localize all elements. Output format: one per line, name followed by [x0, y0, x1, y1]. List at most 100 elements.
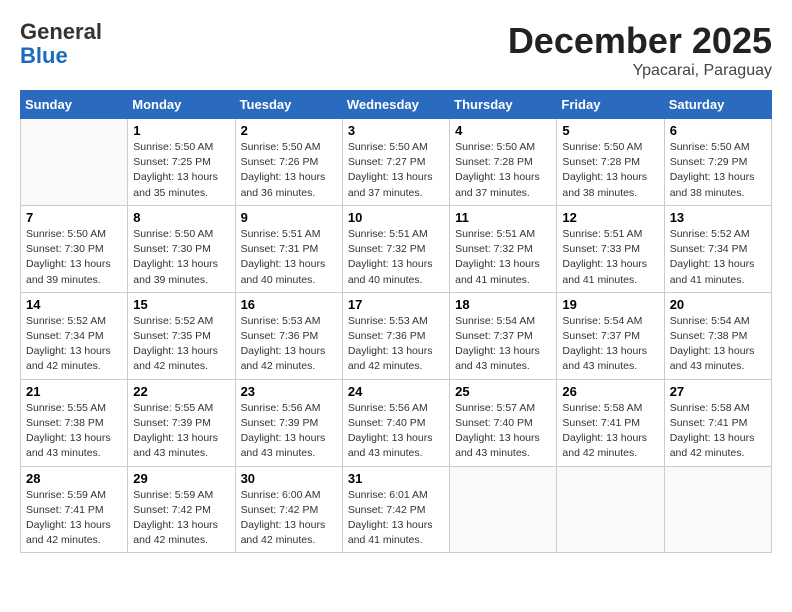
day-info: Sunrise: 5:56 AMSunset: 7:40 PMDaylight:… — [348, 401, 444, 462]
day-number: 19 — [562, 297, 658, 312]
day-info: Sunrise: 5:50 AMSunset: 7:29 PMDaylight:… — [670, 140, 766, 201]
calendar-cell: 15 Sunrise: 5:52 AMSunset: 7:35 PMDayligh… — [128, 292, 235, 379]
col-monday: Monday — [128, 91, 235, 119]
calendar-cell: 10 Sunrise: 5:51 AMSunset: 7:32 PMDayligh… — [342, 205, 449, 292]
day-info: Sunrise: 5:51 AMSunset: 7:33 PMDaylight:… — [562, 227, 658, 288]
day-number: 18 — [455, 297, 551, 312]
day-number: 15 — [133, 297, 229, 312]
day-info: Sunrise: 5:50 AMSunset: 7:27 PMDaylight:… — [348, 140, 444, 201]
month-title: December 2025 — [508, 20, 772, 62]
day-number: 25 — [455, 384, 551, 399]
day-info: Sunrise: 5:56 AMSunset: 7:39 PMDaylight:… — [241, 401, 337, 462]
day-info: Sunrise: 5:50 AMSunset: 7:25 PMDaylight:… — [133, 140, 229, 201]
calendar-cell: 19 Sunrise: 5:54 AMSunset: 7:37 PMDayligh… — [557, 292, 664, 379]
day-info: Sunrise: 5:52 AMSunset: 7:34 PMDaylight:… — [26, 314, 122, 375]
day-number: 26 — [562, 384, 658, 399]
day-info: Sunrise: 5:53 AMSunset: 7:36 PMDaylight:… — [241, 314, 337, 375]
day-info: Sunrise: 5:57 AMSunset: 7:40 PMDaylight:… — [455, 401, 551, 462]
col-sunday: Sunday — [21, 91, 128, 119]
calendar-cell: 8 Sunrise: 5:50 AMSunset: 7:30 PMDaylight… — [128, 205, 235, 292]
calendar-cell: 14 Sunrise: 5:52 AMSunset: 7:34 PMDayligh… — [21, 292, 128, 379]
calendar-header: Sunday Monday Tuesday Wednesday Thursday… — [21, 91, 772, 119]
calendar-cell — [450, 466, 557, 553]
day-info: Sunrise: 5:59 AMSunset: 7:41 PMDaylight:… — [26, 488, 122, 549]
day-number: 16 — [241, 297, 337, 312]
calendar-week-row: 21Sunrise: 5:55 AMSunset: 7:38 PMDayligh… — [21, 379, 772, 466]
day-info: Sunrise: 5:51 AMSunset: 7:32 PMDaylight:… — [348, 227, 444, 288]
day-number: 13 — [670, 210, 766, 225]
col-tuesday: Tuesday — [235, 91, 342, 119]
calendar-cell: 23 Sunrise: 5:56 AMSunset: 7:39 PMDayligh… — [235, 379, 342, 466]
day-number: 14 — [26, 297, 122, 312]
day-number: 4 — [455, 123, 551, 138]
logo-line1: General — [20, 20, 102, 44]
calendar-cell: 17 Sunrise: 5:53 AMSunset: 7:36 PMDayligh… — [342, 292, 449, 379]
calendar-cell: 3 Sunrise: 5:50 AMSunset: 7:27 PMDaylight… — [342, 119, 449, 206]
day-number: 8 — [133, 210, 229, 225]
logo: General Blue — [20, 20, 102, 68]
calendar-cell — [664, 466, 771, 553]
calendar-cell: 18 Sunrise: 5:54 AMSunset: 7:37 PMDayligh… — [450, 292, 557, 379]
calendar-cell — [557, 466, 664, 553]
day-info: Sunrise: 5:54 AMSunset: 7:37 PMDaylight:… — [562, 314, 658, 375]
day-number: 3 — [348, 123, 444, 138]
day-number: 24 — [348, 384, 444, 399]
day-number: 6 — [670, 123, 766, 138]
day-info: Sunrise: 5:50 AMSunset: 7:30 PMDaylight:… — [133, 227, 229, 288]
calendar-cell: 2Sunrise: 5:50 AMSunset: 7:26 PMDaylight… — [235, 119, 342, 206]
day-number: 9 — [241, 210, 337, 225]
day-info: Sunrise: 5:58 AMSunset: 7:41 PMDaylight:… — [670, 401, 766, 462]
calendar-cell: 7Sunrise: 5:50 AMSunset: 7:30 PMDaylight… — [21, 205, 128, 292]
logo-text: General Blue — [20, 20, 102, 68]
day-info: Sunrise: 5:54 AMSunset: 7:37 PMDaylight:… — [455, 314, 551, 375]
calendar-cell: 25 Sunrise: 5:57 AMSunset: 7:40 PMDayligh… — [450, 379, 557, 466]
day-number: 11 — [455, 210, 551, 225]
calendar-cell: 21Sunrise: 5:55 AMSunset: 7:38 PMDayligh… — [21, 379, 128, 466]
day-number: 30 — [241, 471, 337, 486]
day-number: 17 — [348, 297, 444, 312]
day-number: 23 — [241, 384, 337, 399]
calendar-table: Sunday Monday Tuesday Wednesday Thursday… — [20, 90, 772, 553]
calendar-cell: 12 Sunrise: 5:51 AMSunset: 7:33 PMDayligh… — [557, 205, 664, 292]
day-info: Sunrise: 5:50 AMSunset: 7:28 PMDaylight:… — [562, 140, 658, 201]
day-info: Sunrise: 5:51 AMSunset: 7:32 PMDaylight:… — [455, 227, 551, 288]
day-info: Sunrise: 5:55 AMSunset: 7:39 PMDaylight:… — [133, 401, 229, 462]
day-number: 5 — [562, 123, 658, 138]
day-info: Sunrise: 5:54 AMSunset: 7:38 PMDaylight:… — [670, 314, 766, 375]
day-info: Sunrise: 6:01 AMSunset: 7:42 PMDaylight:… — [348, 488, 444, 549]
calendar-cell: 9 Sunrise: 5:51 AMSunset: 7:31 PMDaylight… — [235, 205, 342, 292]
calendar-week-row: 28Sunrise: 5:59 AMSunset: 7:41 PMDayligh… — [21, 466, 772, 553]
calendar-body: 1Sunrise: 5:50 AMSunset: 7:25 PMDaylight… — [21, 119, 772, 553]
day-number: 20 — [670, 297, 766, 312]
day-number: 31 — [348, 471, 444, 486]
day-info: Sunrise: 6:00 AMSunset: 7:42 PMDaylight:… — [241, 488, 337, 549]
calendar-cell: 31 Sunrise: 6:01 AMSunset: 7:42 PMDayligh… — [342, 466, 449, 553]
day-info: Sunrise: 5:52 AMSunset: 7:34 PMDaylight:… — [670, 227, 766, 288]
calendar-cell: 22 Sunrise: 5:55 AMSunset: 7:39 PMDayligh… — [128, 379, 235, 466]
location-subtitle: Ypacarai, Paraguay — [508, 62, 772, 80]
day-number: 22 — [133, 384, 229, 399]
header-row: Sunday Monday Tuesday Wednesday Thursday… — [21, 91, 772, 119]
day-info: Sunrise: 5:59 AMSunset: 7:42 PMDaylight:… — [133, 488, 229, 549]
day-info: Sunrise: 5:53 AMSunset: 7:36 PMDaylight:… — [348, 314, 444, 375]
calendar-cell: 27 Sunrise: 5:58 AMSunset: 7:41 PMDayligh… — [664, 379, 771, 466]
day-info: Sunrise: 5:51 AMSunset: 7:31 PMDaylight:… — [241, 227, 337, 288]
day-info: Sunrise: 5:50 AMSunset: 7:30 PMDaylight:… — [26, 227, 122, 288]
day-number: 29 — [133, 471, 229, 486]
day-number: 10 — [348, 210, 444, 225]
day-info: Sunrise: 5:52 AMSunset: 7:35 PMDaylight:… — [133, 314, 229, 375]
calendar-week-row: 7Sunrise: 5:50 AMSunset: 7:30 PMDaylight… — [21, 205, 772, 292]
calendar-cell: 13 Sunrise: 5:52 AMSunset: 7:34 PMDayligh… — [664, 205, 771, 292]
calendar-cell: 20 Sunrise: 5:54 AMSunset: 7:38 PMDayligh… — [664, 292, 771, 379]
col-wednesday: Wednesday — [342, 91, 449, 119]
calendar-cell: 4Sunrise: 5:50 AMSunset: 7:28 PMDaylight… — [450, 119, 557, 206]
day-number: 2 — [241, 123, 337, 138]
day-number: 27 — [670, 384, 766, 399]
calendar-cell: 28Sunrise: 5:59 AMSunset: 7:41 PMDayligh… — [21, 466, 128, 553]
col-saturday: Saturday — [664, 91, 771, 119]
calendar-cell: 11 Sunrise: 5:51 AMSunset: 7:32 PMDayligh… — [450, 205, 557, 292]
calendar-cell: 30 Sunrise: 6:00 AMSunset: 7:42 PMDayligh… — [235, 466, 342, 553]
page-header: General Blue December 2025 Ypacarai, Par… — [20, 20, 772, 80]
calendar-cell: 26Sunrise: 5:58 AMSunset: 7:41 PMDayligh… — [557, 379, 664, 466]
day-number: 12 — [562, 210, 658, 225]
